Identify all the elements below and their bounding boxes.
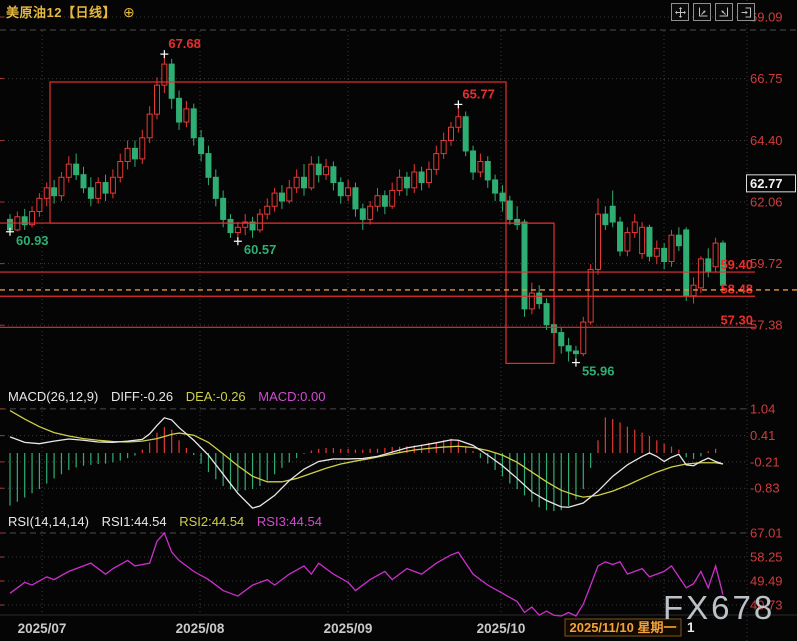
chart-header: 美原油12【日线】 ⊕ [6,2,135,21]
gridlines [0,0,797,641]
svg-text:60.93: 60.93 [16,233,49,248]
rsi2-value: RSI2:44.54 [179,514,244,529]
svg-text:-0.83: -0.83 [750,481,780,496]
svg-text:65.77: 65.77 [462,86,495,101]
svg-text:57.30: 57.30 [720,312,753,327]
macd-indicator-row: MACD(26,12,9) DIFF:-0.26 DEA:-0.26 MACD:… [8,389,335,404]
svg-text:2025/11/10 星期一: 2025/11/10 星期一 [570,620,677,635]
svg-text:1.04: 1.04 [750,401,775,416]
price-chart-canvas[interactable]: 59.40 58.48 57.30 67.68 65.77 60.93 60.57 55.96… [0,0,797,641]
svg-text:2025/10: 2025/10 [477,621,526,636]
scale-axis-right-icon[interactable] [715,3,733,21]
macd-hist-value: MACD:0.00 [258,389,325,404]
svg-text:58.25: 58.25 [750,550,783,565]
macd-name: MACD(26,12,9) [8,389,98,404]
price-axis-labels: 69.0966.7564.4062.0659.7257.381.040.41-0… [750,10,783,613]
svg-text:67.01: 67.01 [750,526,783,541]
candles-layer [8,54,726,362]
svg-text:60.57: 60.57 [244,242,277,257]
trading-chart-window: 美原油12【日线】 ⊕ 59.40 58.48 57.30 67.68 65.77 60.… [0,0,797,641]
svg-text:49.49: 49.49 [750,574,783,589]
macd-dea-value: DEA:-0.26 [186,389,246,404]
chart-toolbar [667,3,755,21]
svg-text:-0.21: -0.21 [750,454,780,469]
chart-title: 美原油12【日线】 [6,2,116,21]
scale-axis-left-icon[interactable] [693,3,711,21]
crosshair-price-tag: 62.77 [747,175,796,192]
collapse-icon[interactable]: ⊕ [123,5,135,19]
svg-text:57.38: 57.38 [750,318,783,333]
svg-text:59.72: 59.72 [750,256,783,271]
fx678-watermark: FX678 [663,589,775,627]
rsi-name: RSI(14,14,14) [8,514,89,529]
move-icon[interactable] [671,3,689,21]
macd-panel [10,411,723,511]
svg-text:58.48: 58.48 [720,281,753,296]
svg-text:67.68: 67.68 [168,36,201,51]
exit-chart-icon[interactable] [737,3,755,21]
rsi-panel [10,533,723,616]
svg-text:55.96: 55.96 [582,364,615,379]
svg-text:62.77: 62.77 [750,176,783,191]
svg-text:62.06: 62.06 [750,195,783,210]
svg-text:2025/08: 2025/08 [176,621,225,636]
axis-ticks [0,17,4,605]
svg-text:64.40: 64.40 [750,133,783,148]
svg-text:2025/07: 2025/07 [18,621,67,636]
rsi-indicator-row: RSI(14,14,14) RSI1:44.54 RSI2:44.54 RSI3… [8,514,331,529]
rsi3-value: RSI3:44.54 [257,514,322,529]
annotation-drawings: 59.40 58.48 57.30 [0,82,797,363]
svg-text:66.75: 66.75 [750,71,783,86]
svg-text:2025/09: 2025/09 [324,621,373,636]
svg-text:59.40: 59.40 [720,257,753,272]
svg-text:0.41: 0.41 [750,428,775,443]
macd-diff-value: DIFF:-0.26 [111,389,173,404]
rsi1-value: RSI1:44.54 [102,514,167,529]
